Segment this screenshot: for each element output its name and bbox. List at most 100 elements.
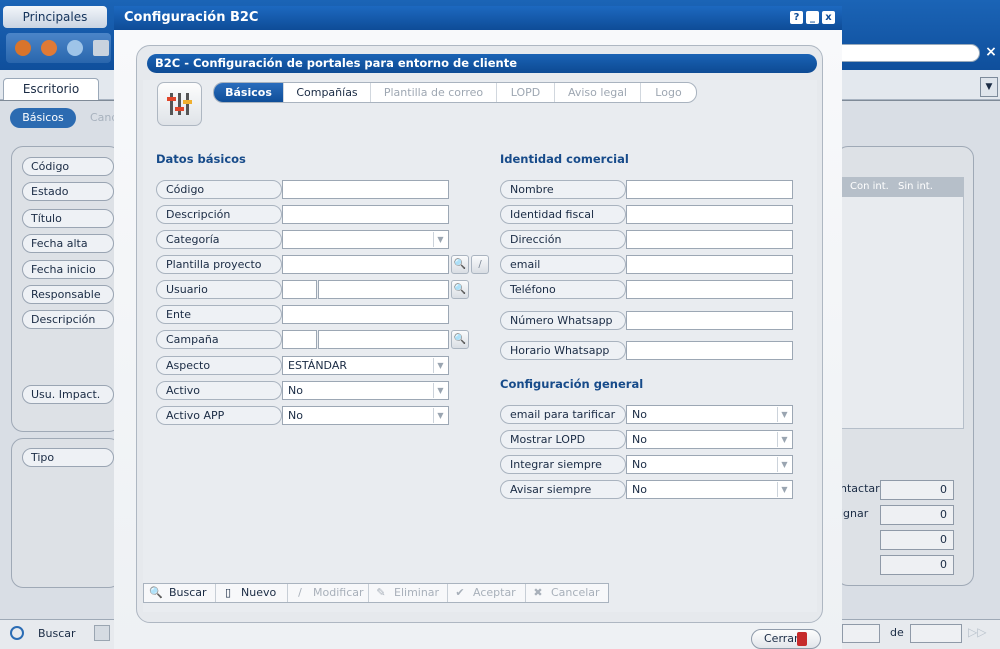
help-icon[interactable]: ? <box>790 11 803 24</box>
label-avisar-siempre: Avisar siempre <box>500 480 626 499</box>
tab-principales[interactable]: Principales <box>3 6 107 28</box>
label-codigo: Código <box>156 180 282 199</box>
activo-app-select[interactable]: No ▼ <box>282 406 449 425</box>
bg-label: Descripción <box>22 310 114 329</box>
chevron-down-icon: ▼ <box>777 457 791 472</box>
document-icon: ▯ <box>224 586 232 599</box>
close-icon[interactable]: x <box>822 11 835 24</box>
bg-label: Usu. Impact. <box>22 385 114 404</box>
search-icon[interactable]: 🔍 <box>451 255 469 274</box>
tab-logo[interactable]: Logo <box>640 83 696 102</box>
tab-strip: Básicos Compañías Plantilla de correo LO… <box>213 82 697 103</box>
codigo-input[interactable] <box>282 180 449 199</box>
action-toolbar: 🔍 Buscar ▯ Nuevo / Modificar ✎ Eliminar ✔ Ace… <box>143 583 609 603</box>
eliminar-button[interactable]: ✎ Eliminar <box>369 584 448 602</box>
chevron-down-icon: ▼ <box>777 482 791 497</box>
pencil-icon[interactable]: / <box>471 255 489 274</box>
user-orange-icon[interactable] <box>41 40 57 56</box>
chevron-down-icon: ▼ <box>777 432 791 447</box>
ente-input[interactable] <box>282 305 449 324</box>
bg-value: 0 <box>880 480 954 500</box>
activo-value: No <box>288 384 303 397</box>
cancelar-button[interactable]: ✖ Cancelar <box>526 584 608 602</box>
bg-label: Responsable <box>22 285 114 304</box>
search-icon[interactable]: 🔍 <box>451 280 469 299</box>
bg-right-label: ntactar <box>840 482 880 495</box>
pencil-icon: / <box>298 586 302 599</box>
cerrar-button[interactable]: Cerrar <box>751 629 821 649</box>
label-usuario: Usuario <box>156 280 282 299</box>
usuario-code-input[interactable] <box>282 280 317 299</box>
nuevo-button[interactable]: ▯ Nuevo <box>216 584 288 602</box>
bg-grid-header: Con int. Sin int. <box>840 177 964 197</box>
campana-code-input[interactable] <box>282 330 317 349</box>
tab-companias[interactable]: Compañías <box>283 83 370 102</box>
activo-select[interactable]: No ▼ <box>282 381 449 400</box>
tab-dropdown-icon[interactable]: ▼ <box>980 77 998 97</box>
next-page-icon[interactable]: ▷▷ <box>968 625 986 639</box>
nuevo-label: Nuevo <box>241 586 277 599</box>
user-blue-icon[interactable] <box>67 40 83 56</box>
horario-whatsapp-input[interactable] <box>626 341 793 360</box>
app-search-input[interactable] <box>830 44 980 62</box>
avisar-siempre-select[interactable]: No ▼ <box>626 480 793 499</box>
search-icon[interactable]: 🔍 <box>451 330 469 349</box>
label-identidad-fiscal: Identidad fiscal <box>500 205 626 224</box>
label-campana: Campaña <box>156 330 282 349</box>
card-icon[interactable] <box>93 40 109 56</box>
label-direccion: Dirección <box>500 230 626 249</box>
section-identidad-comercial: Identidad comercial <box>500 152 629 166</box>
grid-view-icon[interactable] <box>94 625 110 641</box>
mostrar-lopd-value: No <box>632 433 647 446</box>
identidad-fiscal-input[interactable] <box>626 205 793 224</box>
tab-plantilla-correo[interactable]: Plantilla de correo <box>370 83 496 102</box>
chevron-down-icon: ▼ <box>777 407 791 422</box>
buscar-button[interactable]: 🔍 Buscar <box>144 584 216 602</box>
chevron-down-icon: ▼ <box>433 383 447 398</box>
bg-label: Código <box>22 157 114 176</box>
page-of-label: de <box>890 626 904 639</box>
subtab-cand[interactable]: Cand <box>78 108 118 128</box>
app-close-icon[interactable]: × <box>984 44 998 60</box>
usuario-name-input[interactable] <box>318 280 449 299</box>
direccion-input[interactable] <box>626 230 793 249</box>
telefono-input[interactable] <box>626 280 793 299</box>
bg-value: 0 <box>880 505 954 525</box>
aspecto-select[interactable]: ESTÁNDAR ▼ <box>282 356 449 375</box>
aceptar-button[interactable]: ✔ Aceptar <box>448 584 526 602</box>
subtab-basicos[interactable]: Básicos <box>10 108 76 128</box>
whatsapp-input[interactable] <box>626 311 793 330</box>
cross-icon: ✖ <box>533 586 543 599</box>
bg-label: Tipo <box>22 448 114 467</box>
email-tarificar-select[interactable]: No ▼ <box>626 405 793 424</box>
page-input[interactable] <box>842 624 880 643</box>
descripcion-input[interactable] <box>282 205 449 224</box>
label-plantilla-proyecto: Plantilla proyecto <box>156 255 282 274</box>
modificar-label: Modificar <box>313 586 364 599</box>
footer-buscar-button[interactable]: Buscar <box>8 624 90 644</box>
minimize-icon[interactable]: _ <box>806 11 819 24</box>
package-icon[interactable] <box>15 40 31 56</box>
mostrar-lopd-select[interactable]: No ▼ <box>626 430 793 449</box>
tab-aviso-legal[interactable]: Aviso legal <box>554 83 640 102</box>
label-mostrar-lopd: Mostrar LOPD <box>500 430 626 449</box>
exit-icon <box>797 632 807 646</box>
integrar-siempre-select[interactable]: No ▼ <box>626 455 793 474</box>
dialog-title: Configuración B2C <box>114 6 842 30</box>
nombre-input[interactable] <box>626 180 793 199</box>
search-icon: 🔍 <box>149 586 163 599</box>
modificar-button[interactable]: / Modificar <box>288 584 369 602</box>
email-input[interactable] <box>626 255 793 274</box>
categoria-select[interactable]: ▼ <box>282 230 449 249</box>
tab-lopd[interactable]: LOPD <box>496 83 554 102</box>
plantilla-proyecto-input[interactable] <box>282 255 449 274</box>
bg-grid <box>840 177 964 429</box>
label-email-tarificar: email para tarificar <box>500 405 626 424</box>
tab-basicos[interactable]: Básicos <box>214 83 283 102</box>
bg-value: 0 <box>880 555 954 575</box>
campana-name-input[interactable] <box>318 330 449 349</box>
page-total <box>910 624 962 643</box>
check-icon: ✔ <box>455 586 465 599</box>
tab-escritorio[interactable]: Escritorio <box>3 78 99 100</box>
buscar-label: Buscar <box>169 586 207 599</box>
